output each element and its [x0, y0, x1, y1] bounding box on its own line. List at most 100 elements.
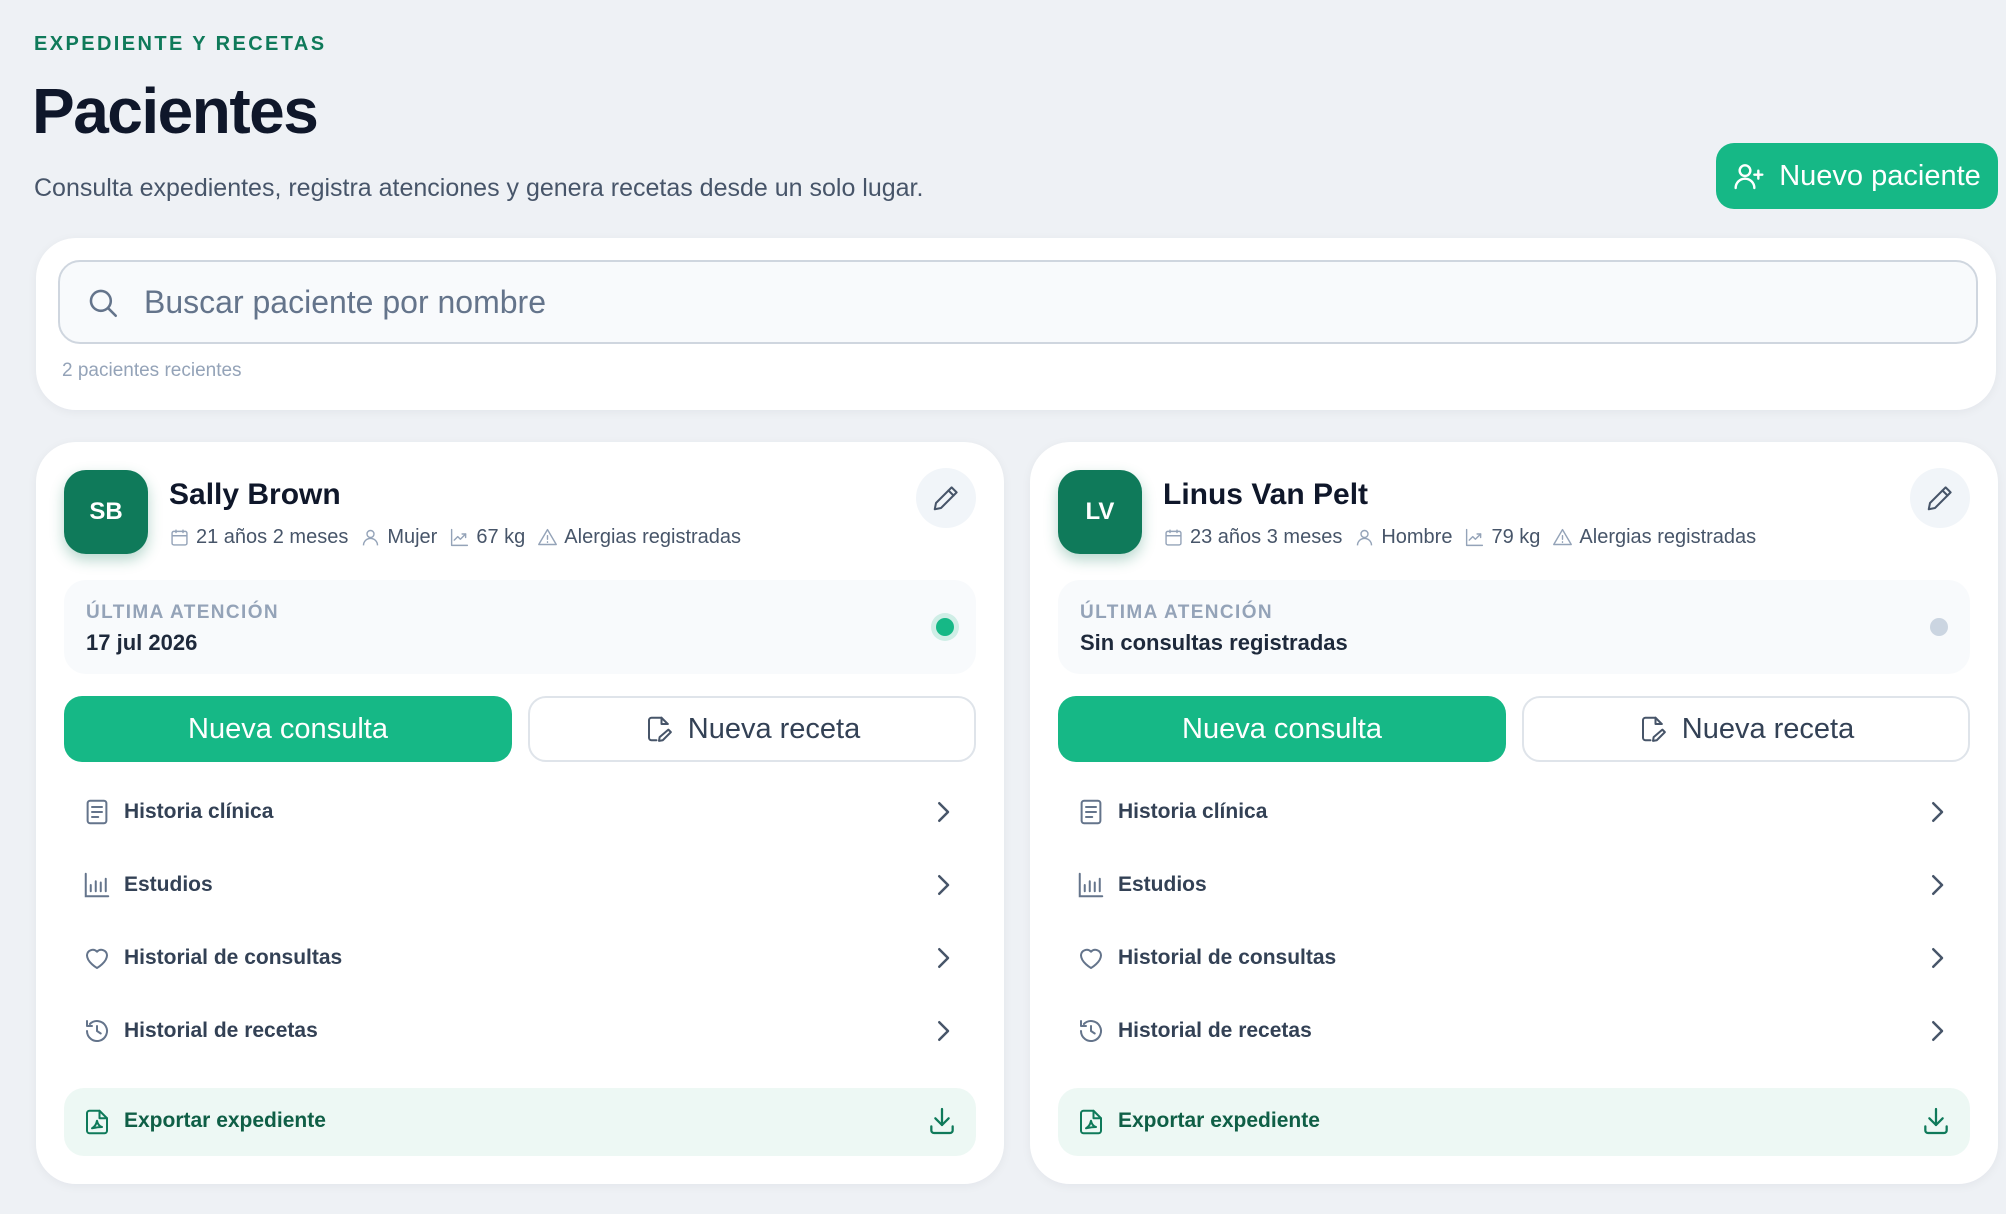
person-icon: [363, 529, 379, 546]
patient-weight: 67 kg: [476, 526, 526, 548]
pdf-file-icon: [1080, 1109, 1102, 1135]
new-prescription-button[interactable]: Nueva receta: [1522, 696, 1970, 762]
new-consultation-button[interactable]: Nueva consulta: [1058, 696, 1506, 762]
chevron-right-icon: [1932, 875, 1944, 895]
calendar-icon: [1165, 529, 1182, 546]
patient-allergies: Alergias registradas: [1579, 526, 1757, 548]
status-dot: [936, 618, 954, 636]
avatar: SB: [64, 470, 148, 554]
patient-name[interactable]: Sally Brown: [169, 478, 341, 512]
chevron-right-icon: [938, 875, 950, 895]
trend-icon: [451, 528, 469, 547]
document-icon: [1080, 799, 1102, 825]
avatar: LV: [1058, 470, 1142, 554]
last-visit-panel: ÚLTIMA ATENCIÓN Sin consultas registrada…: [1058, 580, 1970, 674]
history-icon: [86, 1020, 108, 1043]
bar-chart-icon: [84, 872, 110, 898]
search-card: 2 pacientes recientes: [36, 238, 1996, 410]
new-prescription-label: Nueva receta: [1681, 712, 1855, 745]
patient-weight: 79 kg: [1491, 526, 1541, 548]
history-icon: [1080, 1020, 1102, 1043]
search-box: [58, 260, 1978, 344]
new-patient-label: Nuevo paciente: [1779, 159, 1981, 192]
chevron-right-icon: [938, 948, 950, 968]
new-consultation-label: Nueva consulta: [188, 712, 388, 745]
patient-meta: 21 años 2 meses Mujer 67 kg Alergias reg…: [169, 526, 753, 549]
export-record-button[interactable]: Exportar expediente: [1058, 1088, 1970, 1156]
record-link-heart[interactable]: Historial de consultas: [1058, 928, 1970, 988]
record-link-label: Historia clínica: [1118, 800, 1268, 823]
warning-icon: [538, 528, 558, 546]
new-patient-button[interactable]: Nuevo paciente: [1716, 143, 1998, 209]
record-link-bar-chart[interactable]: Estudios: [64, 855, 976, 915]
search-result-count: 2 pacientes recientes: [62, 360, 242, 381]
search-icon: [89, 289, 118, 318]
export-record-button[interactable]: Exportar expediente: [64, 1088, 976, 1156]
record-link-heart[interactable]: Historial de consultas: [64, 928, 976, 988]
pdf-file-icon: [86, 1109, 108, 1135]
user-plus-icon: [1734, 164, 1764, 190]
last-visit-label: ÚLTIMA ATENCIÓN: [86, 602, 280, 623]
patient-age: 23 años 3 meses: [1190, 526, 1343, 548]
trend-icon: [1466, 528, 1484, 547]
calendar-icon: [171, 529, 188, 546]
heart-icon: [86, 948, 108, 969]
sex-meta: Hombre: [1354, 526, 1452, 549]
sex-meta: Mujer: [360, 526, 437, 549]
record-link-document[interactable]: Historia clínica: [64, 782, 976, 842]
last-visit-panel: ÚLTIMA ATENCIÓN 17 jul 2026: [64, 580, 976, 674]
age-meta: 23 años 3 meses: [1163, 526, 1342, 549]
prescription-icon: [1641, 716, 1666, 742]
prescription-icon: [647, 716, 672, 742]
download-icon: [1924, 1107, 1948, 1135]
weight-meta: 79 kg: [1464, 526, 1540, 549]
patient-card: SB Sally Brown 21 años 2 meses Mujer 67 …: [36, 442, 1004, 1184]
record-link-label: Estudios: [124, 873, 213, 896]
patient-allergies: Alergias registradas: [564, 526, 742, 548]
patient-sex: Mujer: [387, 526, 438, 548]
last-visit-value: 17 jul 2026: [86, 630, 198, 655]
record-link-label: Historial de consultas: [1118, 946, 1337, 969]
edit-patient-button[interactable]: [1910, 468, 1970, 528]
avatar-initials: SB: [89, 498, 123, 525]
record-link-label: Historial de recetas: [1118, 1019, 1312, 1042]
record-link-history[interactable]: Historial de recetas: [1058, 1001, 1970, 1061]
patient-sex: Hombre: [1381, 526, 1453, 548]
chevron-right-icon: [1932, 802, 1944, 822]
chevron-right-icon: [938, 802, 950, 822]
record-link-label: Estudios: [1118, 873, 1207, 896]
status-dot: [1930, 618, 1948, 636]
chevron-right-icon: [938, 1021, 950, 1041]
new-prescription-label: Nueva receta: [687, 712, 861, 745]
record-link-label: Historial de recetas: [124, 1019, 318, 1042]
record-link-document[interactable]: Historia clínica: [1058, 782, 1970, 842]
record-link-label: Historia clínica: [124, 800, 274, 823]
export-record-label: Exportar expediente: [1118, 1109, 1320, 1132]
heart-icon: [1080, 948, 1102, 969]
allergies-meta: Alergias registradas: [537, 526, 741, 549]
patient-age: 21 años 2 meses: [196, 526, 349, 548]
edit-patient-button[interactable]: [916, 468, 976, 528]
patient-card: LV Linus Van Pelt 23 años 3 meses Hombre…: [1030, 442, 1998, 1184]
new-prescription-button[interactable]: Nueva receta: [528, 696, 976, 762]
chevron-right-icon: [1932, 1021, 1944, 1041]
document-icon: [86, 799, 108, 825]
last-visit-label: ÚLTIMA ATENCIÓN: [1080, 602, 1274, 623]
avatar-initials: LV: [1085, 498, 1115, 525]
export-record-label: Exportar expediente: [124, 1109, 326, 1132]
patient-name[interactable]: Linus Van Pelt: [1163, 478, 1368, 512]
eyebrow-label: EXPEDIENTE Y RECETAS: [34, 33, 327, 55]
download-icon: [930, 1107, 954, 1135]
last-visit-value: Sin consultas registradas: [1080, 630, 1348, 655]
record-link-bar-chart[interactable]: Estudios: [1058, 855, 1970, 915]
pencil-icon: [1927, 486, 1952, 511]
weight-meta: 67 kg: [449, 526, 525, 549]
page-title: Pacientes: [32, 75, 319, 147]
chevron-right-icon: [1932, 948, 1944, 968]
search-input[interactable]: [144, 262, 1944, 342]
allergies-meta: Alergias registradas: [1552, 526, 1756, 549]
patient-meta: 23 años 3 meses Hombre 79 kg Alergias re…: [1163, 526, 1768, 549]
new-consultation-button[interactable]: Nueva consulta: [64, 696, 512, 762]
record-link-label: Historial de consultas: [124, 946, 343, 969]
record-link-history[interactable]: Historial de recetas: [64, 1001, 976, 1061]
